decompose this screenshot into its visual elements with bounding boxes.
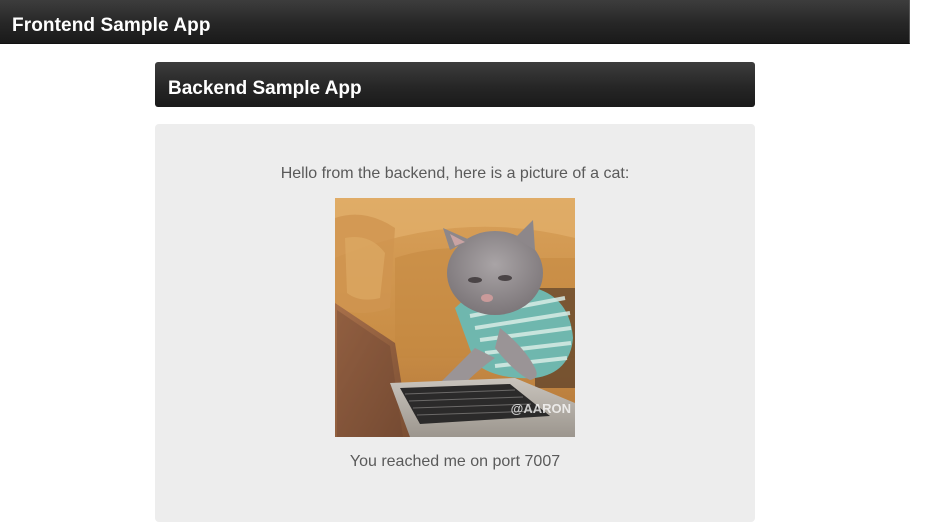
backend-content-panel: Hello from the backend, here is a pictur… [155,124,755,522]
cat-image: @AARON [335,198,575,437]
cat-image-watermark: @AARON [511,401,571,416]
frontend-app-title: Frontend Sample App [12,15,211,36]
backend-app-title: Backend Sample App [168,78,362,99]
port-message-text: You reached me on port 7007 [349,453,561,470]
frontend-header-bar: Frontend Sample App [0,0,910,44]
backend-greeting-text: Hello from the backend, here is a pictur… [280,165,630,182]
backend-header-bar: Backend Sample App [155,62,755,107]
